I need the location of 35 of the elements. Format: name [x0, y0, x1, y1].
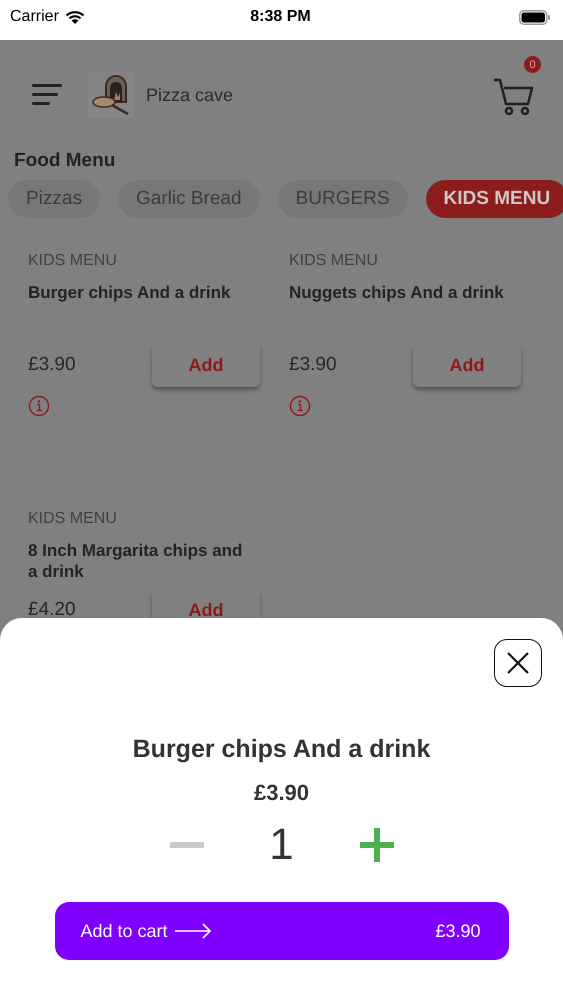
add-button[interactable]: Add — [413, 343, 521, 387]
arrow-right-icon — [174, 922, 212, 940]
battery-icon — [519, 10, 551, 24]
info-icon[interactable] — [28, 395, 50, 417]
product-name: Burger chips And a drink — [132, 735, 430, 764]
add-button[interactable]: Add — [152, 343, 260, 387]
item-category: KIDS MENU — [289, 252, 379, 271]
menu-icon[interactable] — [32, 84, 62, 106]
item-price: £3.90 — [289, 354, 337, 376]
item-price: £3.90 — [28, 354, 76, 376]
category-tab[interactable]: BURGERS — [278, 180, 408, 218]
category-tab[interactable]: KIDS MENU — [426, 180, 563, 218]
item-category: KIDS MENU — [28, 252, 118, 271]
item-name: 8 Inch Margarita chips and a drink — [28, 540, 244, 582]
plus-icon — [360, 828, 394, 862]
cart-count-badge: 0 — [524, 56, 541, 73]
category-tab[interactable]: Garlic Bread — [118, 180, 260, 218]
clock-time: 8:38 PM — [250, 8, 311, 26]
add-to-cart-button[interactable]: Add to cart £3.90 — [54, 902, 508, 960]
item-price: £4.20 — [28, 599, 76, 621]
section-title: Food Menu — [13, 150, 116, 173]
category-tab[interactable]: Pizzas — [8, 180, 100, 218]
increase-button[interactable] — [358, 827, 394, 863]
carrier-label: Carrier — [10, 8, 59, 26]
item-category: KIDS MENU — [28, 510, 118, 529]
wifi-icon — [64, 10, 85, 24]
info-icon[interactable] — [289, 395, 311, 417]
close-icon — [506, 651, 530, 675]
minus-icon — [170, 841, 204, 849]
close-button[interactable] — [494, 639, 542, 687]
product-price: £3.90 — [254, 780, 310, 806]
item-name: Nuggets chips And a drink — [289, 282, 505, 304]
quantity-value: 1 — [268, 820, 295, 870]
item-name: Burger chips And a drink — [28, 282, 232, 304]
restaurant-name: Pizza cave — [146, 84, 234, 106]
